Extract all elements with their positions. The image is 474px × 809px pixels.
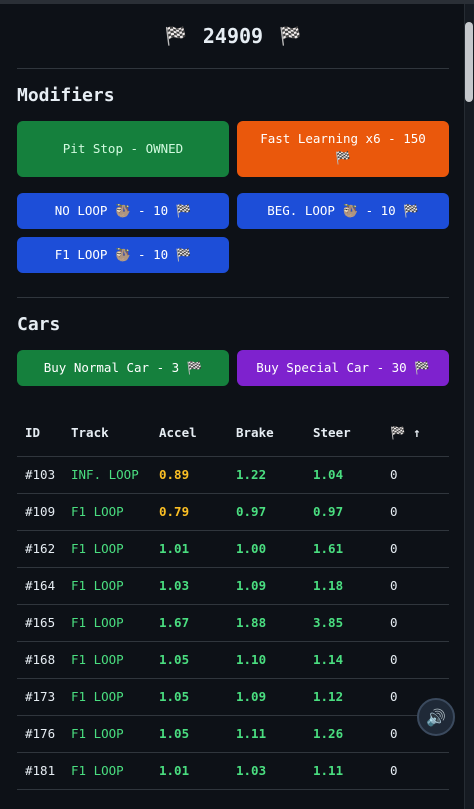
buy-normal-car-button[interactable]: Buy Normal Car - 3 🏁 <box>17 350 229 386</box>
scrollbar-thumb[interactable] <box>465 22 473 102</box>
car-flags: 0 <box>390 493 449 531</box>
car-accel: 1.05 <box>159 641 236 679</box>
car-accel: 1.05 <box>159 715 236 753</box>
table-row[interactable]: #165 F1 LOOP 1.67 1.88 3.85 0 <box>17 604 449 642</box>
car-track: F1 LOOP <box>71 567 159 605</box>
column-header-accel[interactable]: Accel <box>159 410 236 457</box>
fast-learning-button[interactable]: Fast Learning x6 - 150 🏁 <box>237 121 449 177</box>
car-track: F1 LOOP <box>71 493 159 531</box>
car-id: #176 <box>17 715 71 753</box>
car-track: F1 LOOP <box>71 604 159 642</box>
cars-title: Cars <box>17 314 61 335</box>
checkered-flag-icon: 🏁 <box>279 25 302 47</box>
car-accel: 0.89 <box>159 456 236 494</box>
car-steer: 1.11 <box>313 752 390 790</box>
table-header-row: ID Track Accel Brake Steer 🏁 ↑ <box>17 410 449 457</box>
cars-table: ID Track Accel Brake Steer 🏁 ↑ #103 INF.… <box>17 410 449 790</box>
car-track: F1 LOOP <box>71 715 159 753</box>
car-accel: 1.01 <box>159 752 236 790</box>
car-brake: 1.03 <box>236 752 313 790</box>
car-id: #168 <box>17 641 71 679</box>
car-steer: 3.85 <box>313 604 390 642</box>
car-brake: 1.11 <box>236 715 313 753</box>
car-flags: 0 <box>390 604 449 642</box>
car-id: #164 <box>17 567 71 605</box>
column-header-flags-sorted[interactable]: 🏁 ↑ <box>390 410 449 457</box>
no-loop-button[interactable]: NO LOOP 🦥 - 10 🏁 <box>17 193 229 229</box>
car-accel: 1.05 <box>159 678 236 716</box>
car-flags: 0 <box>390 567 449 605</box>
table-row[interactable]: #173 F1 LOOP 1.05 1.09 1.12 0 <box>17 678 449 716</box>
car-flags: 0 <box>390 456 449 494</box>
car-steer: 1.26 <box>313 715 390 753</box>
table-row[interactable]: #103 INF. LOOP 0.89 1.22 1.04 0 <box>17 456 449 494</box>
car-accel: 0.79 <box>159 493 236 531</box>
car-id: #103 <box>17 456 71 494</box>
main-panel: 🏁 24909 🏁 Modifiers Pit Stop - OWNED Fas… <box>17 4 449 790</box>
car-flags: 0 <box>390 752 449 790</box>
column-header-steer[interactable]: Steer <box>313 410 390 457</box>
car-steer: 0.97 <box>313 493 390 531</box>
car-id: #173 <box>17 678 71 716</box>
car-brake: 1.10 <box>236 641 313 679</box>
car-accel: 1.03 <box>159 567 236 605</box>
car-flags: 0 <box>390 641 449 679</box>
car-flags: 0 <box>390 530 449 568</box>
table-row[interactable]: #168 F1 LOOP 1.05 1.10 1.14 0 <box>17 641 449 679</box>
car-brake: 1.22 <box>236 456 313 494</box>
score-value: 24909 <box>202 24 264 48</box>
table-row[interactable]: #162 F1 LOOP 1.01 1.00 1.61 0 <box>17 530 449 568</box>
car-track: F1 LOOP <box>71 678 159 716</box>
modifiers-title: Modifiers <box>17 85 115 106</box>
car-brake: 0.97 <box>236 493 313 531</box>
column-header-id[interactable]: ID <box>17 410 71 457</box>
score-display: 🏁 24909 🏁 <box>17 4 449 68</box>
car-brake: 1.88 <box>236 604 313 642</box>
car-track: F1 LOOP <box>71 530 159 568</box>
car-steer: 1.61 <box>313 530 390 568</box>
speaker-icon[interactable]: 🔊 <box>417 698 455 736</box>
car-brake: 1.09 <box>236 678 313 716</box>
divider <box>17 297 449 298</box>
car-accel: 1.67 <box>159 604 236 642</box>
car-steer: 1.04 <box>313 456 390 494</box>
table-row[interactable]: #164 F1 LOOP 1.03 1.09 1.18 0 <box>17 567 449 605</box>
table-row[interactable]: #181 F1 LOOP 1.01 1.03 1.11 0 <box>17 752 449 790</box>
car-brake: 1.09 <box>236 567 313 605</box>
car-steer: 1.18 <box>313 567 390 605</box>
buy-special-car-button[interactable]: Buy Special Car - 30 🏁 <box>237 350 449 386</box>
car-track: INF. LOOP <box>71 456 159 494</box>
car-steer: 1.14 <box>313 641 390 679</box>
car-id: #165 <box>17 604 71 642</box>
car-brake: 1.00 <box>236 530 313 568</box>
checkered-flag-icon: 🏁 <box>164 25 187 47</box>
column-header-track[interactable]: Track <box>71 410 159 457</box>
car-id: #162 <box>17 530 71 568</box>
car-id: #181 <box>17 752 71 790</box>
pit-stop-button[interactable]: Pit Stop - OWNED <box>17 121 229 177</box>
car-track: F1 LOOP <box>71 641 159 679</box>
f1-loop-button[interactable]: F1 LOOP 🦥 - 10 🏁 <box>17 237 229 273</box>
table-row[interactable]: #176 F1 LOOP 1.05 1.11 1.26 0 <box>17 715 449 753</box>
car-track: F1 LOOP <box>71 752 159 790</box>
divider <box>17 68 449 69</box>
beg-loop-button[interactable]: BEG. LOOP 🦥 - 10 🏁 <box>237 193 449 229</box>
column-header-brake[interactable]: Brake <box>236 410 313 457</box>
table-row[interactable]: #109 F1 LOOP 0.79 0.97 0.97 0 <box>17 493 449 531</box>
scrollbar[interactable] <box>464 4 474 809</box>
car-steer: 1.12 <box>313 678 390 716</box>
car-accel: 1.01 <box>159 530 236 568</box>
car-id: #109 <box>17 493 71 531</box>
